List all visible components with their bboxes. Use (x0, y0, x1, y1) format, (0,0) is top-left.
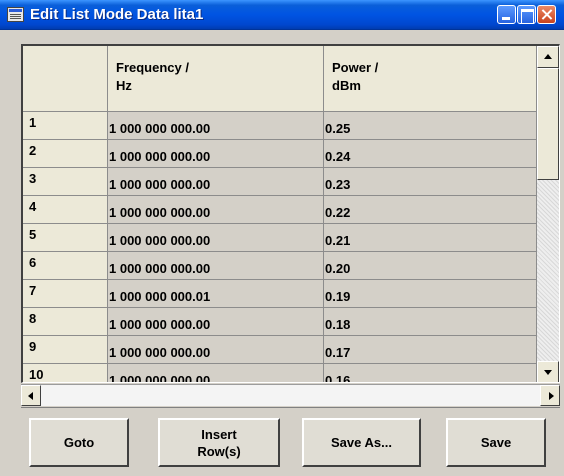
power-cell[interactable]: 0.18 (324, 308, 537, 336)
horizontal-scrollbar[interactable] (21, 384, 560, 406)
table-row[interactable]: 10 1 000 000 000.00 0.16 (23, 364, 537, 382)
column-header-power-unit: dBm (332, 78, 361, 93)
save-as-button[interactable]: Save As... (302, 418, 421, 467)
close-icon[interactable] (537, 5, 556, 24)
save-button[interactable]: Save (446, 418, 546, 467)
table-rows: 1 1 000 000 000.00 0.25 2 1 000 000 000.… (23, 112, 537, 382)
column-header-power[interactable]: Power / dBm (324, 46, 537, 112)
window-title: Edit List Mode Data lita1 (30, 6, 204, 23)
vertical-scroll-thumb[interactable] (537, 68, 559, 180)
frequency-cell[interactable]: 1 000 000 000.00 (108, 364, 324, 382)
power-cell[interactable]: 0.25 (324, 112, 537, 140)
table-row[interactable]: 5 1 000 000 000.00 0.21 (23, 224, 537, 252)
row-number[interactable]: 2 (23, 140, 108, 168)
table-row[interactable]: 1 1 000 000 000.00 0.25 (23, 112, 537, 140)
table-row[interactable]: 2 1 000 000 000.00 0.24 (23, 140, 537, 168)
table-row[interactable]: 7 1 000 000 000.01 0.19 (23, 280, 537, 308)
title-bar[interactable]: Edit List Mode Data lita1 (0, 0, 564, 30)
row-number[interactable]: 1 (23, 112, 108, 140)
scroll-down-button[interactable] (537, 361, 559, 382)
power-cell[interactable]: 0.21 (324, 224, 537, 252)
header-corner (23, 46, 108, 112)
arrow-up-icon (544, 54, 552, 59)
separator (21, 407, 560, 408)
scroll-right-button[interactable] (540, 385, 560, 406)
frequency-cell[interactable]: 1 000 000 000.00 (108, 252, 324, 280)
insert-rows-button[interactable]: Insert Row(s) (158, 418, 280, 467)
list-table: Frequency / Hz Power / dBm 1 1 000 000 0… (21, 44, 560, 383)
frequency-cell[interactable]: 1 000 000 000.00 (108, 168, 324, 196)
frequency-cell[interactable]: 1 000 000 000.00 (108, 140, 324, 168)
table-icon (7, 7, 24, 22)
row-number[interactable]: 5 (23, 224, 108, 252)
table-row[interactable]: 6 1 000 000 000.00 0.20 (23, 252, 537, 280)
power-cell[interactable]: 0.23 (324, 168, 537, 196)
row-number[interactable]: 9 (23, 336, 108, 364)
table-row[interactable]: 4 1 000 000 000.00 0.22 (23, 196, 537, 224)
column-header-frequency[interactable]: Frequency / Hz (108, 46, 324, 112)
table-row[interactable]: 8 1 000 000 000.00 0.18 (23, 308, 537, 336)
power-cell[interactable]: 0.17 (324, 336, 537, 364)
vertical-scrollbar[interactable] (537, 46, 559, 382)
arrow-left-icon (28, 392, 33, 400)
row-number[interactable]: 7 (23, 280, 108, 308)
maximize-icon[interactable] (517, 5, 536, 24)
frequency-cell[interactable]: 1 000 000 000.00 (108, 308, 324, 336)
table-row[interactable]: 9 1 000 000 000.00 0.17 (23, 336, 537, 364)
minimize-icon[interactable] (497, 5, 516, 24)
row-number[interactable]: 3 (23, 168, 108, 196)
row-number[interactable]: 4 (23, 196, 108, 224)
frequency-cell[interactable]: 1 000 000 000.00 (108, 196, 324, 224)
table-grid: Frequency / Hz Power / dBm 1 1 000 000 0… (23, 46, 537, 382)
arrow-down-icon (544, 370, 552, 375)
power-cell[interactable]: 0.24 (324, 140, 537, 168)
scroll-left-button[interactable] (21, 385, 41, 406)
goto-button[interactable]: Goto (29, 418, 129, 467)
frequency-cell[interactable]: 1 000 000 000.01 (108, 280, 324, 308)
arrow-right-icon (549, 392, 554, 400)
column-header-frequency-unit: Hz (116, 78, 132, 93)
column-header-frequency-label: Frequency / (116, 60, 189, 75)
frequency-cell[interactable]: 1 000 000 000.00 (108, 112, 324, 140)
row-number[interactable]: 8 (23, 308, 108, 336)
power-cell[interactable]: 0.19 (324, 280, 537, 308)
power-cell[interactable]: 0.22 (324, 196, 537, 224)
edit-list-mode-dialog: Edit List Mode Data lita1 Frequency / Hz… (0, 0, 564, 476)
table-row[interactable]: 3 1 000 000 000.00 0.23 (23, 168, 537, 196)
power-cell[interactable]: 0.20 (324, 252, 537, 280)
power-cell[interactable]: 0.16 (324, 364, 537, 382)
row-number[interactable]: 10 (23, 364, 108, 382)
frequency-cell[interactable]: 1 000 000 000.00 (108, 224, 324, 252)
scroll-up-button[interactable] (537, 46, 559, 68)
row-number[interactable]: 6 (23, 252, 108, 280)
column-header-power-label: Power / (332, 60, 379, 75)
frequency-cell[interactable]: 1 000 000 000.00 (108, 336, 324, 364)
